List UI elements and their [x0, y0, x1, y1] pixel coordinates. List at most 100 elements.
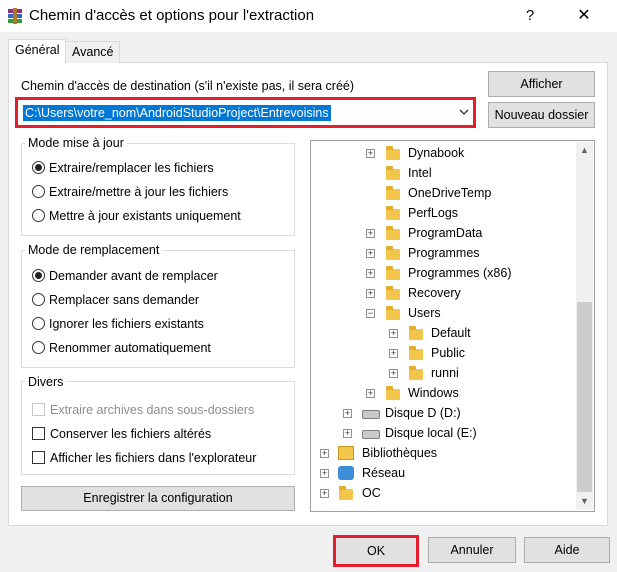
- expand-icon[interactable]: +: [366, 249, 375, 258]
- checkbox-keep-broken-files[interactable]: Conserver les fichiers altérés: [32, 425, 211, 443]
- tree-item-oc[interactable]: + OC: [311, 483, 576, 503]
- new-folder-button[interactable]: Nouveau dossier: [488, 102, 595, 128]
- tree-item-label: runni: [431, 366, 459, 380]
- folder-icon: [386, 186, 400, 200]
- expand-icon[interactable]: +: [320, 449, 329, 458]
- destination-combobox[interactable]: C:\Users\votre_nom\AndroidStudioProject\…: [15, 97, 476, 128]
- close-button[interactable]: ✕: [566, 4, 602, 28]
- radio-extract-replace[interactable]: Extraire/remplacer les fichiers: [32, 159, 214, 177]
- folder-icon: [339, 486, 353, 500]
- option-label: Mettre à jour existants uniquement: [49, 209, 241, 223]
- option-label: Ignorer les fichiers existants: [49, 317, 204, 331]
- tree-item-public[interactable]: + Public: [311, 343, 576, 363]
- drive-icon: [362, 410, 380, 419]
- expand-icon[interactable]: +: [366, 389, 375, 398]
- winrar-icon: [7, 8, 23, 24]
- expand-icon[interactable]: +: [366, 269, 375, 278]
- expand-icon[interactable]: +: [343, 429, 352, 438]
- tree-item-recovery[interactable]: + Recovery: [311, 283, 576, 303]
- tree-item-default[interactable]: + Default: [311, 323, 576, 343]
- folder-icon: [386, 166, 400, 180]
- tree-item-runni[interactable]: + runni: [311, 363, 576, 383]
- radio-ask-before[interactable]: Demander avant de remplacer: [32, 267, 218, 285]
- tree-item-label: Intel: [408, 166, 432, 180]
- option-label: Renommer automatiquement: [49, 341, 211, 355]
- tree-item-network[interactable]: + Réseau: [311, 463, 576, 483]
- tree-item-label: Disque D (D:): [385, 406, 461, 420]
- radio-button[interactable]: [32, 161, 45, 174]
- radio-overwrite-without-asking[interactable]: Remplacer sans demander: [32, 291, 199, 309]
- folder-tree[interactable]: + Dynabook Intel OneDriveTemp PerfLogs +…: [310, 140, 595, 512]
- expand-icon[interactable]: +: [366, 149, 375, 158]
- tree-item-drive-e[interactable]: + Disque local (E:): [311, 423, 576, 443]
- collapse-icon[interactable]: −: [366, 309, 375, 318]
- tree-item-windows[interactable]: + Windows: [311, 383, 576, 403]
- option-label: Remplacer sans demander: [49, 293, 200, 307]
- folder-icon: [386, 146, 400, 160]
- destination-path-value[interactable]: C:\Users\votre_nom\AndroidStudioProject\…: [23, 105, 331, 121]
- tab-advanced[interactable]: Avancé: [65, 41, 121, 63]
- radio-button[interactable]: [32, 317, 45, 330]
- save-settings-button[interactable]: Enregistrer la configuration: [21, 486, 295, 511]
- folder-icon: [386, 266, 400, 280]
- expand-icon[interactable]: +: [389, 349, 398, 358]
- tree-item-label: Users: [408, 306, 441, 320]
- radio-button[interactable]: [32, 293, 45, 306]
- help-title-button[interactable]: ?: [515, 4, 545, 28]
- expand-icon[interactable]: +: [366, 229, 375, 238]
- tree-item-label: OneDriveTemp: [408, 186, 492, 200]
- tree-item-label: Default: [431, 326, 471, 340]
- radio-button[interactable]: [32, 269, 45, 282]
- radio-extract-update[interactable]: Extraire/mettre à jour les fichiers: [32, 183, 228, 201]
- tree-item-dynabook[interactable]: + Dynabook: [311, 143, 576, 163]
- tree-item-drive-d[interactable]: + Disque D (D:): [311, 403, 576, 423]
- title-bar: Chemin d'accès et options pour l'extract…: [0, 0, 617, 32]
- overwrite-mode-title: Mode de remplacement: [25, 243, 163, 257]
- tree-item-programmes-x86[interactable]: + Programmes (x86): [311, 263, 576, 283]
- scroll-up-arrow-icon[interactable]: ▲: [576, 142, 593, 159]
- expand-icon[interactable]: +: [320, 469, 329, 478]
- folder-icon: [409, 366, 423, 380]
- tree-item-perflogs[interactable]: PerfLogs: [311, 203, 576, 223]
- checkbox[interactable]: [32, 451, 45, 464]
- radio-auto-rename[interactable]: Renommer automatiquement: [32, 339, 211, 357]
- window-title: Chemin d'accès et options pour l'extract…: [29, 7, 315, 24]
- cancel-button[interactable]: Annuler: [428, 537, 516, 563]
- expand-icon[interactable]: +: [320, 489, 329, 498]
- checkbox-show-in-explorer[interactable]: Afficher les fichiers dans l'explorateur: [32, 449, 256, 467]
- help-button[interactable]: Aide: [524, 537, 610, 563]
- update-mode-title: Mode mise à jour: [25, 136, 127, 150]
- option-label: Conserver les fichiers altérés: [50, 427, 212, 441]
- expand-icon[interactable]: +: [343, 409, 352, 418]
- tree-item-label: Dynabook: [408, 146, 465, 160]
- folder-icon: [409, 346, 423, 360]
- tree-item-programmes[interactable]: + Programmes: [311, 243, 576, 263]
- tree-item-users[interactable]: − Users: [311, 303, 576, 323]
- tab-general[interactable]: Général: [8, 39, 67, 64]
- folder-icon: [386, 206, 400, 220]
- tree-item-intel[interactable]: Intel: [311, 163, 576, 183]
- radio-button[interactable]: [32, 185, 45, 198]
- tree-item-label: OC: [362, 486, 381, 500]
- expand-icon[interactable]: +: [389, 329, 398, 338]
- folder-icon: [386, 246, 400, 260]
- tree-item-onedrivetemp[interactable]: OneDriveTemp: [311, 183, 576, 203]
- option-label: Demander avant de remplacer: [49, 269, 218, 283]
- expand-icon[interactable]: +: [389, 369, 398, 378]
- scroll-thumb[interactable]: [577, 302, 592, 492]
- checkbox[interactable]: [32, 427, 45, 440]
- tree-scrollbar[interactable]: ▲ ▼: [576, 142, 593, 510]
- radio-button[interactable]: [32, 341, 45, 354]
- show-button[interactable]: Afficher: [488, 71, 595, 97]
- expand-icon[interactable]: +: [366, 289, 375, 298]
- tree-item-label: Bibliothèques: [362, 446, 438, 460]
- checkbox: [32, 403, 45, 416]
- scroll-down-arrow-icon[interactable]: ▼: [576, 493, 593, 510]
- tree-item-programdata[interactable]: + ProgramData: [311, 223, 576, 243]
- radio-button[interactable]: [32, 209, 45, 222]
- ok-button[interactable]: OK: [333, 535, 419, 567]
- radio-skip-existing[interactable]: Ignorer les fichiers existants: [32, 315, 204, 333]
- chevron-down-icon[interactable]: [457, 104, 471, 120]
- radio-update-existing[interactable]: Mettre à jour existants uniquement: [32, 207, 241, 225]
- tree-item-libraries[interactable]: + Bibliothèques: [311, 443, 576, 463]
